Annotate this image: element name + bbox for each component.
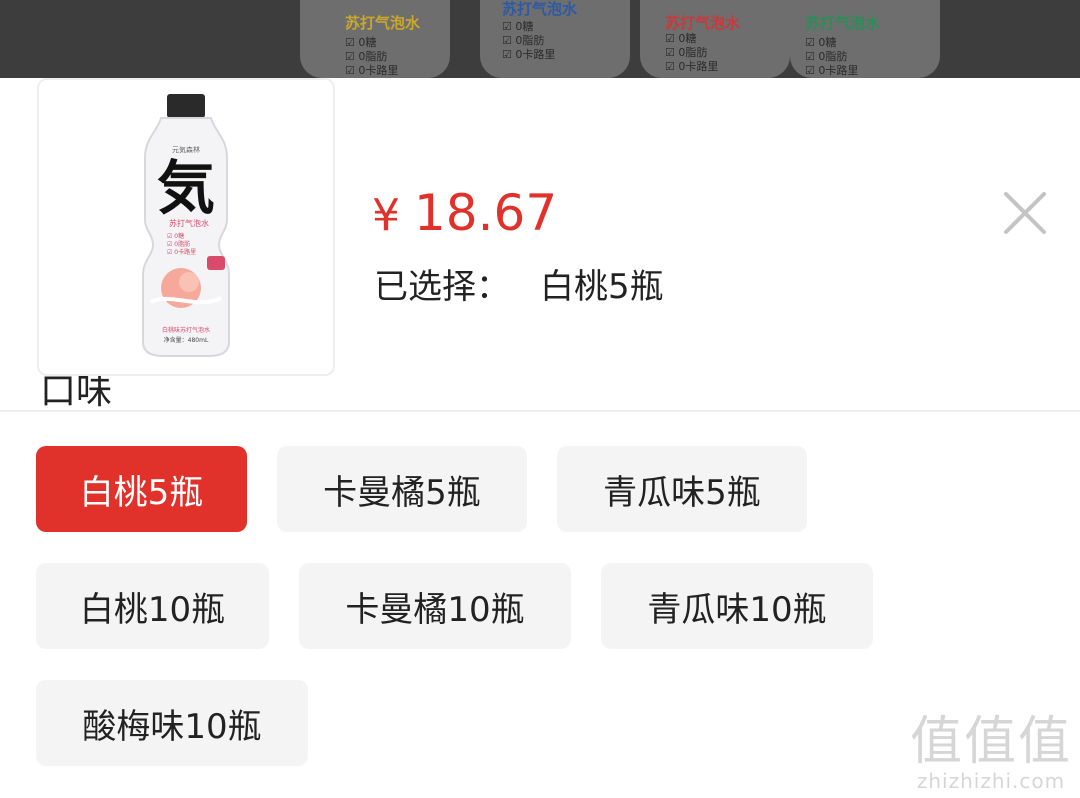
background-bottle: 苏打气泡水 ☑ 0糖 ☑ 0脂肪 ☑ 0卡路里 xyxy=(640,0,790,78)
background-bottle-label: 苏打气泡水 xyxy=(502,0,578,18)
background-bottle: 苏打气泡水 ☑ 0糖 ☑ 0脂肪 ☑ 0卡路里 xyxy=(300,0,450,78)
flavor-option-sour-plum-10[interactable]: 酸梅味10瓶 xyxy=(36,680,308,766)
product-thumbnail: 元気森林 気 苏打气泡水 ☑ 0糖 ☑ 0脂肪 ☑ 0卡路里 白桃味苏打气泡水 … xyxy=(37,78,335,376)
bottle-volume: 净含量：480mL xyxy=(164,336,209,344)
watermark-url: zhizhizhi.com xyxy=(916,769,1066,793)
bottle-check: ☑ 0脂肪 xyxy=(167,240,190,248)
product-price: ¥18.67 xyxy=(372,183,557,246)
background-overlay[interactable]: 苏打气泡水 ☑ 0糖 ☑ 0脂肪 ☑ 0卡路里 苏打气泡水 ☑ 0糖 ☑ 0脂肪… xyxy=(0,0,1080,78)
divider xyxy=(0,410,1080,412)
bottle-subtitle: 苏打气泡水 xyxy=(169,218,209,228)
bottle-check: ☑ 0糖 xyxy=(167,232,184,240)
bottle-logo-char: 気 xyxy=(157,154,215,222)
flavor-option-white-peach-5[interactable]: 白桃5瓶 xyxy=(36,446,247,532)
bottle-tag xyxy=(207,256,225,270)
bottle-brand-text: 元気森林 xyxy=(172,145,200,154)
price-currency: ¥ xyxy=(372,190,400,241)
watermark-logo: 值值值 xyxy=(909,712,1072,772)
flavor-option-cucumber-5[interactable]: 青瓜味5瓶 xyxy=(557,446,807,532)
flavor-option-calamansi-5[interactable]: 卡曼橘5瓶 xyxy=(277,446,527,532)
flavor-option-white-peach-10[interactable]: 白桃10瓶 xyxy=(36,563,269,649)
selected-label: 已选择： xyxy=(374,267,510,307)
background-bottle-check: ☑ 0卡路里 xyxy=(805,64,859,77)
close-icon xyxy=(1004,192,1046,234)
selected-value: 白桃5瓶 xyxy=(540,267,664,307)
price-value: 18.67 xyxy=(414,184,558,242)
background-bottle-check: ☑ 0卡路里 xyxy=(345,64,399,77)
background-bottle: 苏打气泡水 ☑ 0糖 ☑ 0脂肪 ☑ 0卡路里 xyxy=(480,0,630,78)
background-bottle-check: ☑ 0卡路里 xyxy=(665,60,719,73)
flavor-option-calamansi-10[interactable]: 卡曼橘10瓶 xyxy=(299,563,571,649)
close-button[interactable] xyxy=(1000,188,1050,238)
bottle-flavor-name: 白桃味苏打气泡水 xyxy=(162,326,210,334)
selected-summary: 已选择： 白桃5瓶 xyxy=(374,264,664,310)
background-bottle-label: 苏打气泡水 xyxy=(805,14,881,32)
watermark: 值值值 zhizhizhi.com xyxy=(910,714,1072,792)
flavor-option-cucumber-10[interactable]: 青瓜味10瓶 xyxy=(601,563,873,649)
bottle-check: ☑ 0卡路里 xyxy=(167,248,196,256)
background-bottle: 苏打气泡水 ☑ 0糖 ☑ 0脂肪 ☑ 0卡路里 xyxy=(790,0,940,78)
background-bottle-label: 苏打气泡水 xyxy=(345,14,421,32)
product-bottle-image: 元気森林 気 苏打气泡水 ☑ 0糖 ☑ 0脂肪 ☑ 0卡路里 白桃味苏打气泡水 … xyxy=(142,94,230,357)
background-bottle-check: ☑ 0卡路里 xyxy=(502,48,556,61)
